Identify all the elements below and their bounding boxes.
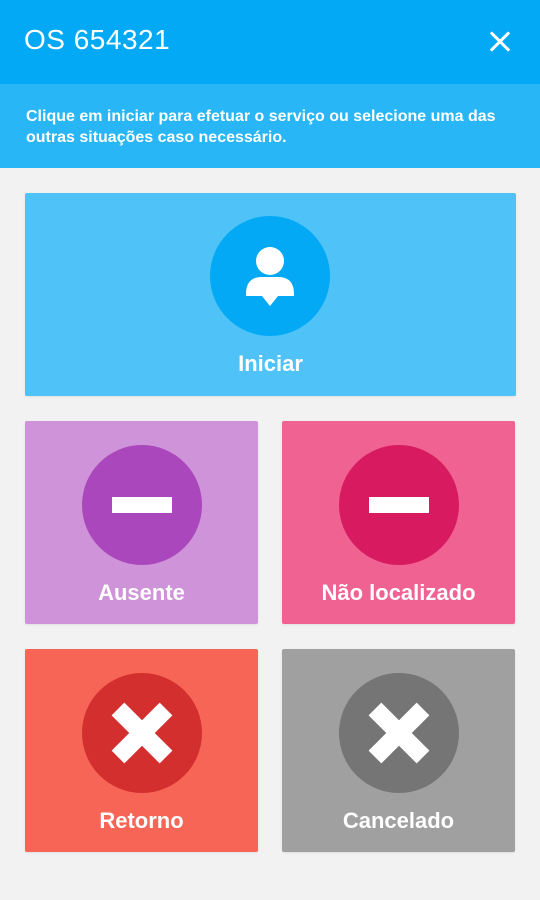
iniciar-button[interactable]: Iniciar: [25, 193, 516, 396]
ausente-button[interactable]: Ausente: [25, 421, 258, 624]
page-title: OS 654321: [24, 24, 171, 55]
cancelado-label: Cancelado: [342, 808, 455, 833]
close-button[interactable]: [480, 22, 520, 62]
nao-localizado-icon-circle: [339, 445, 459, 565]
iniciar-icon-circle: [210, 216, 330, 336]
x-icon: [367, 701, 431, 765]
nao-localizado-label: Não localizado: [321, 580, 476, 605]
app-bar: OS 654321: [0, 0, 540, 84]
nao-localizado-button[interactable]: Não localizado: [282, 421, 515, 624]
minus-icon: [369, 497, 429, 513]
instruction-banner: Clique em iniciar para efetuar o serviço…: [0, 84, 540, 168]
ausente-label: Ausente: [98, 580, 185, 605]
ausente-icon-circle: [82, 445, 202, 565]
retorno-button[interactable]: Retorno: [25, 649, 258, 852]
cancelado-button[interactable]: Cancelado: [282, 649, 515, 852]
x-icon: [110, 701, 174, 765]
minus-icon: [112, 497, 172, 513]
retorno-icon-circle: [82, 673, 202, 793]
cancelado-icon-circle: [339, 673, 459, 793]
person-icon: [246, 247, 294, 306]
instruction-text: Clique em iniciar para efetuar o serviço…: [26, 108, 496, 146]
retorno-label: Retorno: [99, 808, 184, 833]
iniciar-label: Iniciar: [238, 351, 303, 376]
